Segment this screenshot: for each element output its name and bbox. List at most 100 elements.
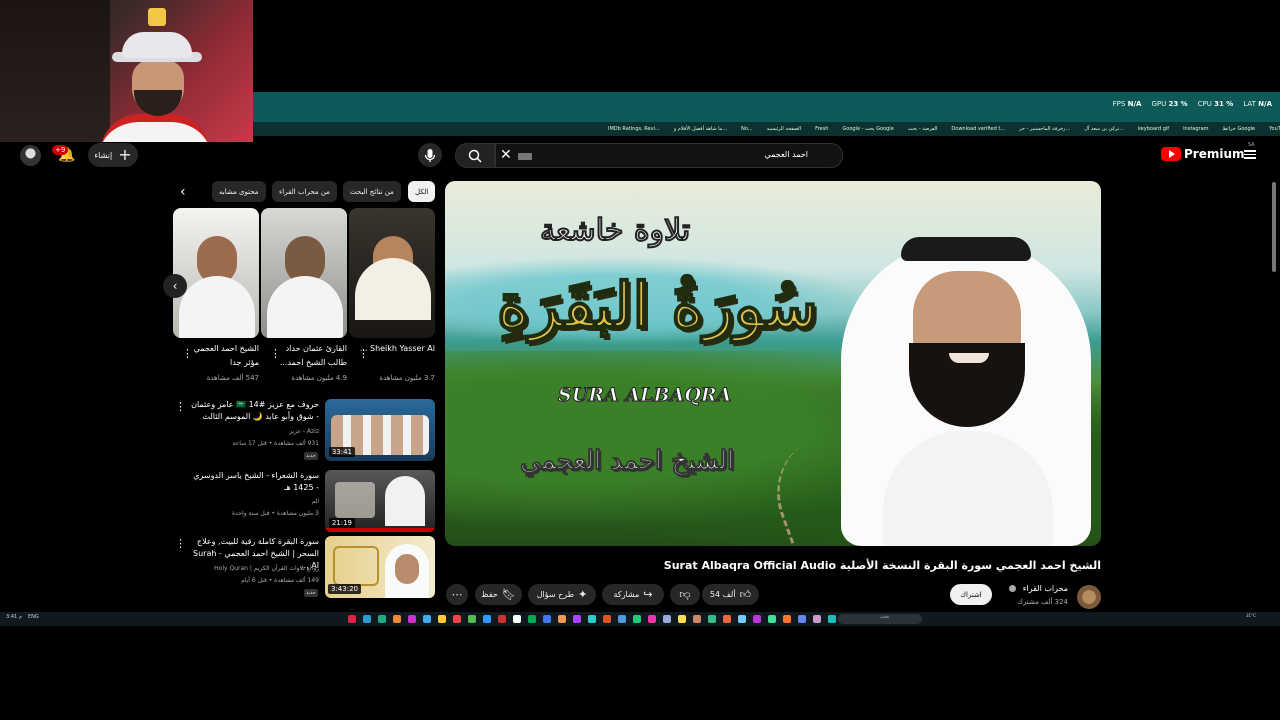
taskbar-app-icon[interactable] xyxy=(528,615,536,623)
taskbar-app-icon[interactable] xyxy=(768,615,776,623)
taskbar-app-icon[interactable] xyxy=(483,615,491,623)
bookmark-item[interactable]: Download verified t... xyxy=(951,126,1005,132)
taskbar-app-icon[interactable] xyxy=(543,615,551,623)
duration-badge: 3:43:20 xyxy=(328,584,361,594)
more-options-icon[interactable]: ⋮ xyxy=(270,348,281,359)
taskbar-app-icon[interactable] xyxy=(828,615,836,623)
bookmark-item[interactable]: زخرفة الماجستير - حر... xyxy=(1019,126,1070,132)
chevron-left-icon[interactable]: ‹ xyxy=(180,184,186,200)
short-views: 547 ألف مشاهدة xyxy=(206,374,259,382)
bookmark-item[interactable]: الفرصة - بحث xyxy=(908,126,938,132)
taskbar-app-icon[interactable] xyxy=(558,615,566,623)
bookmark-item[interactable]: YouTube xyxy=(1269,126,1280,132)
taskbar-app-icon[interactable] xyxy=(648,615,656,623)
weather-widget[interactable]: 31°C xyxy=(1246,613,1256,618)
chip-all[interactable]: الكل xyxy=(408,181,436,202)
short-thumbnail[interactable] xyxy=(173,208,259,338)
taskbar-app-icon[interactable] xyxy=(708,615,716,623)
dislike-button[interactable]: 👎︎ xyxy=(670,584,700,605)
more-options-icon[interactable]: ⋮ xyxy=(175,538,186,549)
youtube-premium-logo[interactable]: Premium SA xyxy=(1161,142,1255,161)
taskbar-app-icon[interactable] xyxy=(798,615,806,623)
short-thumbnail[interactable] xyxy=(349,208,435,338)
bookmark-item[interactable]: IMDb Ratings, Revi... xyxy=(608,126,660,132)
perf-overlay: FPS N/A GPU 23 % CPU 31 % LAT N/A xyxy=(1112,100,1272,108)
taskbar-app-icon[interactable] xyxy=(678,615,686,623)
shorts-prev-button[interactable]: ‹ xyxy=(163,274,187,298)
taskbar-app-icon[interactable] xyxy=(813,615,821,623)
taskbar-app-icon[interactable] xyxy=(408,615,416,623)
share-button[interactable]: مشاركة ↪ xyxy=(602,584,664,605)
clear-search-icon[interactable]: ✕ xyxy=(500,147,512,163)
taskbar-app-icon[interactable] xyxy=(738,615,746,623)
more-options-icon[interactable]: ⋮ xyxy=(175,401,186,412)
search-input[interactable]: ✕ احمد العجمي xyxy=(495,143,843,168)
hamburger-menu-icon[interactable] xyxy=(1244,148,1256,162)
related-title[interactable]: سورة الشعراء - الشيخ ياسر الدوسري - 1425… xyxy=(189,470,319,494)
keyboard-icon[interactable] xyxy=(518,153,532,160)
account-avatar[interactable] xyxy=(20,145,41,166)
more-options-icon[interactable]: ⋮ xyxy=(182,348,193,359)
chip-from-channel[interactable]: من محراب القراء xyxy=(272,181,337,202)
taskbar-app-icon[interactable] xyxy=(603,615,611,623)
channel-name[interactable]: محراب القراء xyxy=(1023,584,1068,593)
taskbar-app-icon[interactable] xyxy=(348,615,356,623)
verified-icon xyxy=(1009,585,1016,592)
short-views: 3.7 مليون مشاهدة xyxy=(379,374,435,382)
related-channel[interactable]: روائع تلاوات القرآن الكريم | Holy Quran xyxy=(189,564,319,574)
related-channel[interactable]: الم xyxy=(189,497,320,507)
subscribe-button[interactable]: اشتراك xyxy=(950,584,992,605)
taskbar-app-icon[interactable] xyxy=(363,615,371,623)
related-meta: 931 ألف مشاهدة • قبل 17 ساعة xyxy=(232,440,319,447)
bookmark-item[interactable]: الصفحة الرئيسية xyxy=(767,126,802,132)
bookmark-item[interactable]: keyboard gif xyxy=(1138,126,1169,132)
taskbar-app-icon[interactable] xyxy=(393,615,401,623)
save-button[interactable]: حفظ 🔖︎ xyxy=(475,584,522,605)
search-button[interactable] xyxy=(455,143,495,168)
short-thumbnail[interactable] xyxy=(261,208,347,338)
taskbar-app-icon[interactable] xyxy=(633,615,641,623)
related-thumbnail[interactable]: 21:19 xyxy=(325,470,435,532)
page-scrollbar[interactable] xyxy=(1272,182,1276,272)
taskbar-app-icon[interactable] xyxy=(618,615,626,623)
taskbar-app-icon[interactable] xyxy=(573,615,581,623)
bookmark-item[interactable]: خرائط Google xyxy=(1223,126,1256,132)
related-title[interactable]: حروف مع عزيز #14 🇸🇦 عامر وعثمان - شوق وأ… xyxy=(189,399,319,423)
bookmark-item[interactable]: Google - بحث Google xyxy=(842,126,893,132)
keyboard-lang[interactable]: ENG xyxy=(28,614,39,620)
bookmark-item[interactable]: Instagram xyxy=(1183,126,1208,132)
bookmark-item[interactable]: Fresh xyxy=(815,126,828,132)
taskbar-app-icon[interactable] xyxy=(783,615,791,623)
related-channel[interactable]: Aziz - عزيز xyxy=(189,427,319,437)
taskbar-app-icon[interactable] xyxy=(423,615,431,623)
taskbar-app-icon[interactable] xyxy=(513,615,521,623)
taskbar-app-icon[interactable] xyxy=(468,615,476,623)
sheikh-portrait xyxy=(823,231,1101,546)
taskbar-app-icon[interactable] xyxy=(693,615,701,623)
voice-search-button[interactable] xyxy=(418,143,442,167)
bookmark-item[interactable]: No... xyxy=(741,126,752,132)
channel-avatar[interactable] xyxy=(1077,585,1101,609)
video-player[interactable]: تلاوة خاشعة سُورَةُ البَقَرَةِ SURA ALBA… xyxy=(445,181,1101,546)
taskbar-app-icon[interactable] xyxy=(453,615,461,623)
new-badge: جديد xyxy=(304,589,318,597)
taskbar-search[interactable]: بحث xyxy=(838,614,922,624)
taskbar-app-icon[interactable] xyxy=(723,615,731,623)
taskbar-app-icon[interactable] xyxy=(438,615,446,623)
bookmark-item[interactable]: ما شاهد أفضل الأفلام و... xyxy=(674,126,727,132)
chip-similar[interactable]: محتوى مشابه xyxy=(212,181,266,202)
bookmark-item[interactable]: تركي بن سعد آل... xyxy=(1084,126,1124,132)
chip-from-search[interactable]: من نتائج البحث xyxy=(343,181,401,202)
more-options-icon[interactable]: ⋮ xyxy=(358,348,369,359)
ask-button[interactable]: طرح سؤال ✦ xyxy=(528,584,596,605)
taskbar-app-icon[interactable] xyxy=(663,615,671,623)
related-thumbnail[interactable]: 33:41 xyxy=(325,399,435,461)
like-button[interactable]: 54 ألف 👍︎ xyxy=(702,584,759,605)
create-button[interactable]: إنشاء + xyxy=(88,143,138,167)
taskbar-app-icon[interactable] xyxy=(498,615,506,623)
related-thumbnail[interactable]: 3:43:20 xyxy=(325,536,435,598)
taskbar-app-icon[interactable] xyxy=(378,615,386,623)
more-actions-button[interactable]: ⋯ xyxy=(446,584,468,605)
taskbar-app-icon[interactable] xyxy=(753,615,761,623)
taskbar-app-icon[interactable] xyxy=(588,615,596,623)
